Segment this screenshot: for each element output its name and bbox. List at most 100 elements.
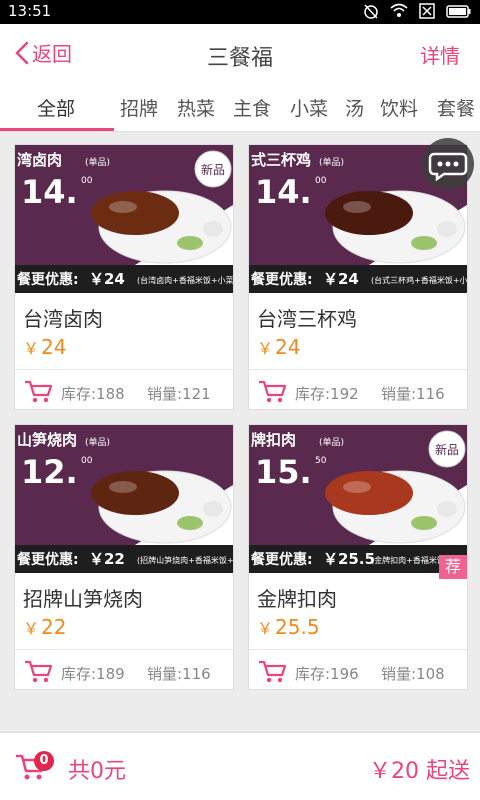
card-divider [249, 649, 467, 650]
banner-price-decimal: 00 [81, 176, 93, 186]
price-value: 22 [41, 615, 67, 639]
price-value: 24 [41, 335, 67, 359]
product-sales: 销量:116 [381, 385, 445, 403]
chat-icon [428, 152, 468, 182]
banner-title: 湾卤肉 [17, 151, 62, 169]
add-to-cart-icon[interactable] [23, 378, 53, 404]
back-button[interactable]: 返回 [14, 38, 72, 67]
page-title: 三餐福 [206, 46, 273, 71]
promo-label: 餐更优惠: [250, 551, 313, 568]
currency-symbol: ￥ [23, 619, 40, 638]
product-stock: 库存:192 [295, 385, 359, 403]
promo-detail: (招牌山笋烧肉+香福米饭+小菜+汤 [137, 555, 233, 565]
product-stock: 库存:189 [61, 665, 125, 683]
product-price: ￥ 22 [23, 615, 66, 639]
banner-price-decimal: 50 [315, 456, 327, 466]
category-tabs: 全部 招牌 热菜 主食 小菜 汤 饮料 套餐 [0, 84, 480, 132]
dish-photo: 新品牌扣肉 (单品)15. 50餐更优惠: ￥25.5(金牌扣肉+香福米饭+小菜+ [249, 425, 467, 573]
banner-price-decimal: 00 [81, 456, 93, 466]
banner-title: 式三杯鸡 [251, 151, 311, 169]
banner-price: 14. [21, 173, 78, 211]
tab-soup[interactable]: 汤 [345, 94, 364, 121]
add-to-cart-icon[interactable] [257, 378, 287, 404]
banner-tag: (单品) [85, 436, 110, 448]
card-divider [15, 369, 233, 370]
header: 返回 三餐福 详情 [0, 24, 480, 84]
battery-icon [446, 5, 471, 18]
tab-drinks[interactable]: 饮料 [380, 94, 418, 121]
product-sales: 销量:108 [381, 665, 445, 683]
tab-hot-dishes[interactable]: 热菜 [177, 94, 215, 121]
banner-tag: (单品) [319, 156, 344, 168]
banner-price: 14. [255, 173, 312, 211]
minimum-order: ￥20 起送 [369, 759, 470, 784]
new-badge-text: 新品 [435, 442, 459, 457]
promo-label: 餐更优惠: [16, 271, 79, 288]
chevron-left-icon [15, 41, 29, 64]
chat-button[interactable] [422, 138, 474, 190]
cart-bar: 0 共0元 ￥20 起送 [0, 732, 480, 800]
currency-symbol: ￥ [257, 339, 274, 358]
cart-count-badge: 0 [34, 751, 54, 771]
product-stock: 库存:188 [61, 385, 125, 403]
promo-price: ￥24 [323, 270, 359, 288]
card-divider [15, 649, 233, 650]
product-price: ￥ 24 [257, 335, 300, 359]
product-card[interactable]: 山笋烧肉 (单品) 12.00 餐更优惠: ￥22 (招牌山笋烧肉+香福米饭+小菜+汤招牌… [14, 424, 234, 690]
product-name: 金牌扣肉 [257, 587, 337, 611]
detail-button[interactable]: 详情 [420, 40, 460, 69]
promo-detail: (台湾卤肉+香福米饭+小菜+汤 [137, 275, 233, 285]
product-price: ￥ 24 [23, 335, 66, 359]
new-badge: 新品 [428, 430, 466, 468]
tab-combos[interactable]: 套餐 [437, 94, 475, 121]
promo-price: ￥22 [89, 550, 125, 568]
product-price: ￥ 25.5 [257, 615, 320, 639]
product-card[interactable]: 新品 湾卤肉 (单品) 14.00 餐更优惠: ￥24 (台湾卤肉+香福米饭+小菜+汤台湾卤… [14, 144, 234, 410]
add-to-cart-icon[interactable] [23, 658, 53, 684]
no-sim-icon [419, 3, 435, 19]
card-divider [249, 369, 467, 370]
back-label: 返回 [32, 42, 72, 66]
cart-total: 共0元 [68, 759, 126, 784]
tab-all[interactable]: 全部 [37, 94, 75, 121]
product-stock: 库存:196 [295, 665, 359, 683]
new-badge: 新品 [194, 150, 232, 188]
product-name: 台湾三杯鸡 [257, 307, 357, 331]
banner-title: 牌扣肉 [251, 431, 296, 449]
price-value: 25.5 [275, 615, 320, 639]
price-value: 24 [275, 335, 301, 359]
banner-tag: (单品) [319, 436, 344, 448]
alarm-off-icon [364, 4, 378, 19]
promo-label: 餐更优惠: [250, 271, 313, 288]
promo-price: ￥24 [89, 270, 125, 288]
product-card[interactable]: 新品 牌扣肉 (单品) 15. 50 餐更优惠: ￥25.5 (金牌扣肉+香福米饭+小菜+ 荐金… [248, 424, 468, 690]
status-time: 13:51 [8, 2, 52, 20]
banner-title: 山笋烧肉 [17, 431, 77, 449]
product-image: 山笋烧肉 (单品) 12.00 餐更优惠: ￥22 (招牌山笋烧肉+香福米饭+小菜+汤 [15, 425, 233, 573]
dish-photo: 新品 湾卤肉 (单品) 14.00 餐更优惠: ￥24 (台湾卤肉+香福米饭+小菜+汤 [15, 145, 233, 293]
tab-side-dishes[interactable]: 小菜 [290, 94, 328, 121]
product-image: 新品 牌扣肉 (单品) 15. 50 餐更优惠: ￥25.5 (金牌扣肉+香福米饭+小菜+ [249, 425, 467, 573]
promo-price: ￥25.5 [323, 550, 375, 568]
banner-price: 15. [255, 453, 312, 491]
wifi-icon [390, 3, 408, 17]
product-sales: 销量:121 [147, 385, 211, 403]
promo-detail: (台式三杯鸡+香福米饭+小菜+ [371, 275, 467, 285]
add-to-cart-icon[interactable] [257, 658, 287, 684]
status-bar: 13:51 [0, 0, 480, 24]
product-sales: 销量:116 [147, 665, 211, 683]
banner-price: 12. [21, 453, 78, 491]
product-image: 新品 湾卤肉 (单品) 14.00 餐更优惠: ￥24 (台湾卤肉+香福米饭+小菜+汤 [15, 145, 233, 293]
product-name: 台湾卤肉 [23, 307, 103, 331]
banner-tag: (单品) [85, 156, 110, 168]
promo-label: 餐更优惠: [16, 551, 79, 568]
dish-photo: 山笋烧肉 (单品) 12.00 餐更优惠: ￥22 (招牌山笋烧肉+香福米饭+小菜+汤 [15, 425, 233, 573]
tab-signature[interactable]: 招牌 [120, 94, 158, 121]
recommended-badge: 荐 [439, 555, 467, 579]
product-name: 招牌山笋烧肉 [23, 587, 143, 611]
new-badge-text: 新品 [201, 162, 225, 177]
currency-symbol: ￥ [23, 339, 40, 358]
tab-staples[interactable]: 主食 [233, 94, 271, 121]
currency-symbol: ￥ [257, 619, 274, 638]
product-grid: 新品湾卤肉(单品)14.00餐更优惠:￥24(台湾卤肉+香福米饭+小菜+汤台湾卤… [0, 132, 480, 732]
